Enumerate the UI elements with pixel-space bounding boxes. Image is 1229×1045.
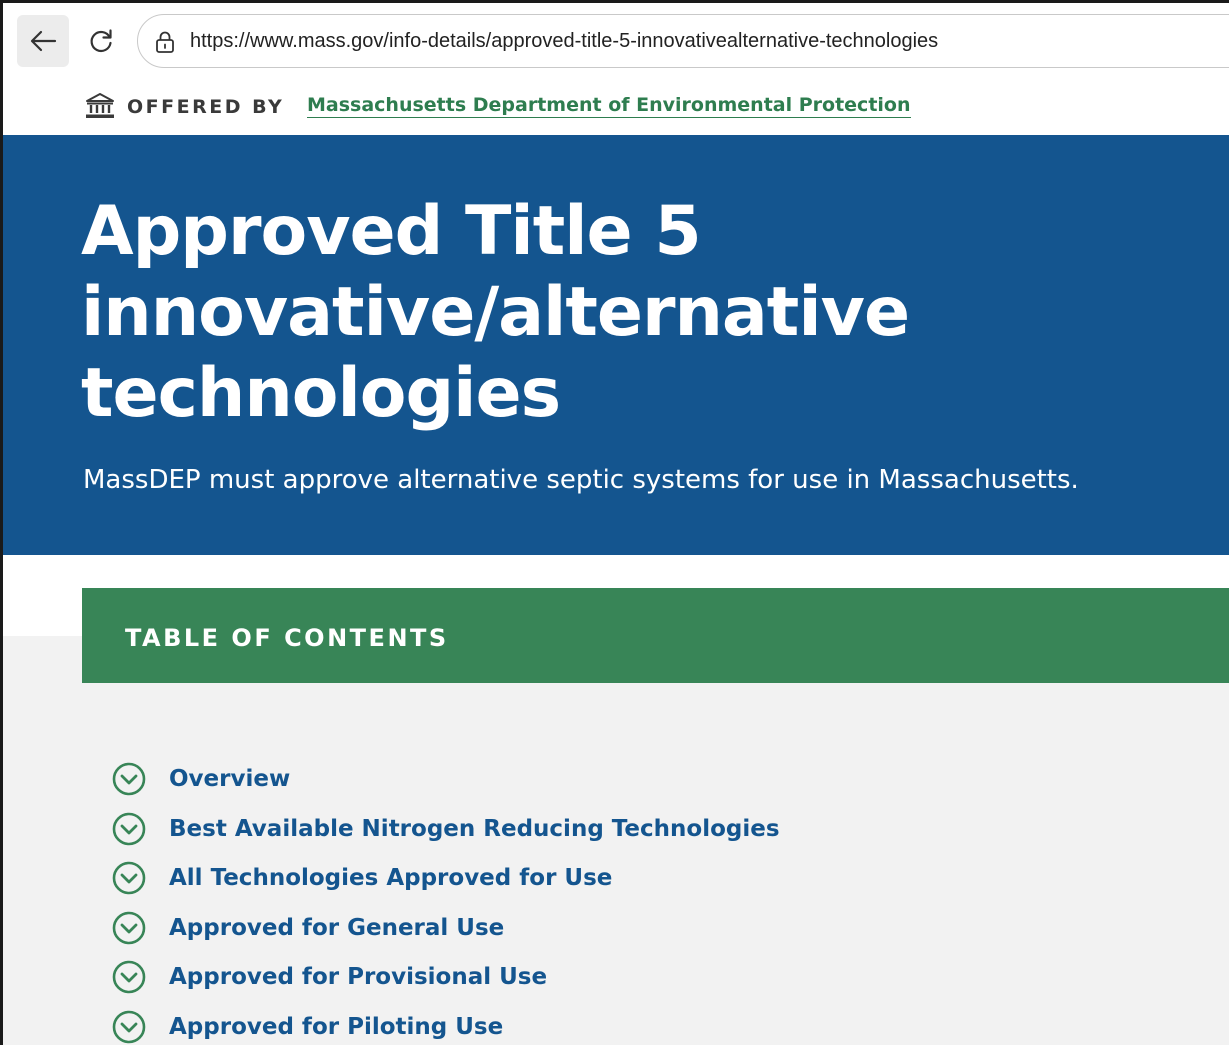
toc-link[interactable]: Approved for Provisional Use (169, 957, 547, 997)
table-of-contents-header: TABLE OF CONTENTS (82, 588, 1229, 683)
page-subtitle: MassDEP must approve alternative septic … (83, 465, 1079, 495)
toc-link[interactable]: Best Available Nitrogen Reducing Technol… (169, 809, 780, 849)
toc-item-piloting-use[interactable]: Approved for Piloting Use (111, 1007, 780, 1045)
lock-icon (156, 31, 174, 53)
arrow-left-icon (30, 30, 57, 52)
toc-link[interactable]: All Technologies Approved for Use (169, 858, 612, 898)
toc-link[interactable]: Approved for General Use (169, 908, 504, 948)
back-button[interactable] (17, 15, 69, 67)
chevron-down-circle-icon (112, 762, 146, 796)
page-title-line: innovative/alternative (81, 273, 910, 352)
page-title-line: technologies (81, 354, 561, 433)
toc-item-general-use[interactable]: Approved for General Use (111, 908, 780, 958)
chevron-down-circle-icon (112, 1010, 146, 1043)
browser-toolbar: https://www.mass.gov/info-details/approv… (3, 3, 1229, 80)
address-bar[interactable]: https://www.mass.gov/info-details/approv… (137, 14, 1229, 68)
toc-item-best-available-nitrogen[interactable]: Best Available Nitrogen Reducing Technol… (111, 809, 780, 859)
url-text: https://www.mass.gov/info-details/approv… (190, 30, 939, 52)
offered-by-label: OFFERED BY (127, 96, 285, 118)
table-of-contents-title: TABLE OF CONTENTS (125, 624, 449, 652)
chevron-down-circle-icon (112, 911, 146, 944)
offered-by-bar: OFFERED BY Massachusetts Department of E… (3, 80, 1229, 135)
reload-button[interactable] (75, 15, 127, 67)
toc-item-all-technologies[interactable]: All Technologies Approved for Use (111, 858, 780, 908)
government-building-icon (86, 93, 114, 118)
table-of-contents-list: Overview Best Available Nitrogen Reducin… (111, 759, 780, 1045)
toc-link[interactable]: Overview (169, 759, 290, 799)
page-title-line: Approved Title 5 (81, 192, 702, 271)
chevron-down-circle-icon (112, 812, 146, 845)
chevron-down-circle-icon (112, 861, 146, 895)
toc-item-provisional-use[interactable]: Approved for Provisional Use (111, 957, 780, 1007)
organization-link[interactable]: Massachusetts Department of Environmenta… (307, 94, 911, 118)
reload-icon (90, 29, 112, 53)
toc-item-overview[interactable]: Overview (111, 759, 780, 809)
toc-link[interactable]: Approved for Piloting Use (169, 1007, 503, 1045)
page-title: Approved Title 5 innovative/alternative … (81, 191, 1081, 434)
chevron-down-circle-icon (112, 960, 146, 994)
browser-window: https://www.mass.gov/info-details/approv… (0, 0, 1229, 1045)
page-header: Approved Title 5 innovative/alternative … (3, 135, 1229, 555)
